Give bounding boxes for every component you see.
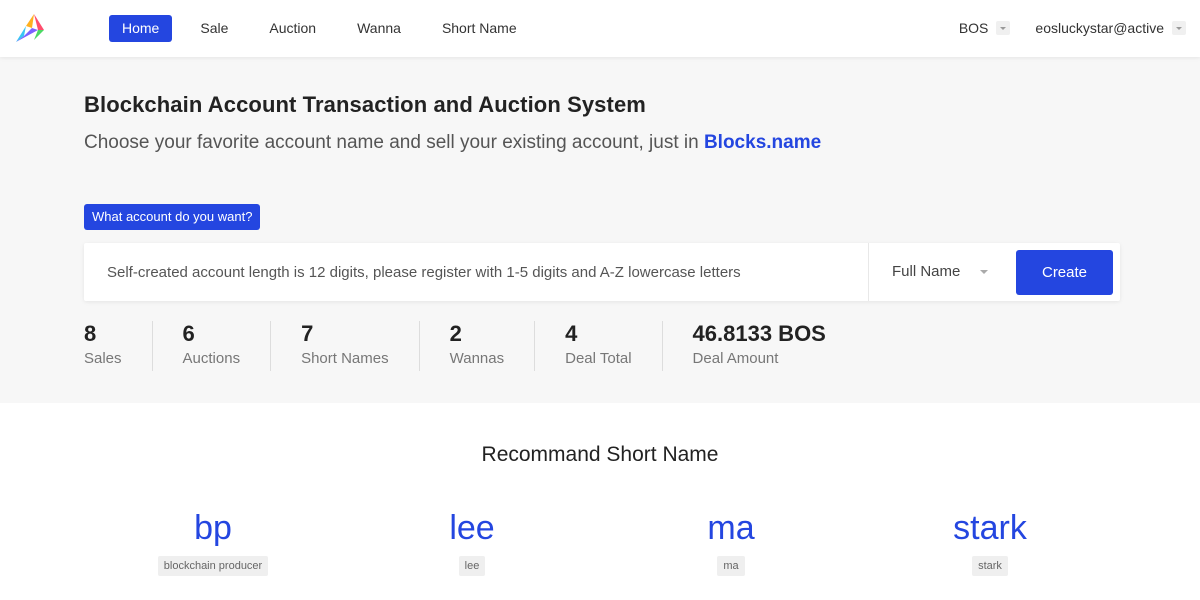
brand-link[interactable]: Blocks.name — [704, 132, 821, 153]
chain-select-value: BOS — [958, 20, 989, 36]
ask-tag: What account do you want? — [84, 204, 261, 230]
recommend-name[interactable]: ma — [611, 506, 851, 550]
nav-sale[interactable]: Sale — [187, 15, 241, 42]
stat-label: Wannas — [449, 350, 505, 367]
chevron-down-icon — [980, 270, 988, 274]
recommend-name[interactable]: lee — [352, 506, 592, 550]
stat-sales: 8 Sales — [84, 321, 152, 371]
account-select[interactable]: eosluckystar@active — [1035, 20, 1186, 36]
nav-home[interactable]: Home — [109, 15, 173, 42]
stat-value: 2 — [449, 321, 462, 346]
stat-short-names: 7 Short Names — [270, 321, 419, 371]
stats-row: 8 Sales 6 Auctions 7 Short Names 2 Wanna… — [84, 321, 856, 371]
recommend-title: Recommand Short Name — [481, 443, 719, 466]
nav-short-name[interactable]: Short Name — [429, 15, 530, 42]
stat-value: 4 — [565, 321, 578, 346]
stat-value: 6 — [182, 321, 195, 346]
nav-wanna[interactable]: Wanna — [344, 15, 414, 42]
logo-icon[interactable] — [14, 12, 46, 46]
search-bar: Full Name Create — [84, 243, 1120, 301]
stat-label: Deal Amount — [692, 350, 779, 367]
recommend-item[interactable]: bp blockchain producer — [93, 506, 333, 576]
stat-auctions: 6 Auctions — [151, 321, 271, 371]
name-type-select[interactable]: Full Name — [892, 243, 992, 301]
stat-value: 7 — [301, 321, 314, 346]
recommend-desc: blockchain producer — [157, 556, 269, 576]
main-nav: Home Sale Auction Wanna Short Name — [109, 15, 545, 42]
stat-value: 8 — [84, 321, 97, 346]
hero-section: Blockchain Account Transaction and Aucti… — [0, 57, 1200, 403]
recommend-name[interactable]: bp — [93, 506, 333, 550]
stat-deal-amount: 46.8133 BOS Deal Amount — [661, 321, 856, 371]
stat-deal-total: 4 Deal Total — [534, 321, 661, 371]
chain-select[interactable]: BOS — [959, 20, 1011, 36]
divider — [868, 243, 869, 301]
stat-value: 46.8133 BOS — [692, 321, 826, 346]
chevron-down-icon — [1172, 21, 1186, 35]
recommend-desc: stark — [972, 556, 1008, 576]
stat-label: Deal Total — [565, 350, 632, 367]
account-search-input[interactable] — [84, 243, 868, 301]
recommend-name[interactable]: stark — [870, 506, 1110, 550]
stat-wannas: 2 Wannas — [418, 321, 534, 371]
header-right: BOS eosluckystar@active — [959, 20, 1186, 36]
recommend-item[interactable]: lee lee — [352, 506, 592, 576]
create-button[interactable]: Create — [1016, 250, 1113, 295]
top-navbar: Home Sale Auction Wanna Short Name BOS e… — [0, 0, 1200, 57]
page-title: Blockchain Account Transaction and Aucti… — [84, 92, 646, 117]
hero-subtitle-text: Choose your favorite account name and se… — [84, 132, 704, 153]
hero-subtitle: Choose your favorite account name and se… — [84, 132, 821, 154]
account-select-value: eosluckystar@active — [1035, 20, 1164, 36]
recommend-desc: lee — [458, 556, 486, 576]
recommend-item[interactable]: ma ma — [611, 506, 851, 576]
recommend-desc: ma — [717, 556, 745, 576]
stat-label: Sales — [84, 350, 122, 367]
chevron-down-icon — [996, 21, 1011, 35]
stat-label: Auctions — [182, 350, 241, 367]
recommend-item[interactable]: stark stark — [870, 506, 1110, 576]
nav-auction[interactable]: Auction — [256, 15, 329, 42]
stat-label: Short Names — [301, 350, 389, 367]
